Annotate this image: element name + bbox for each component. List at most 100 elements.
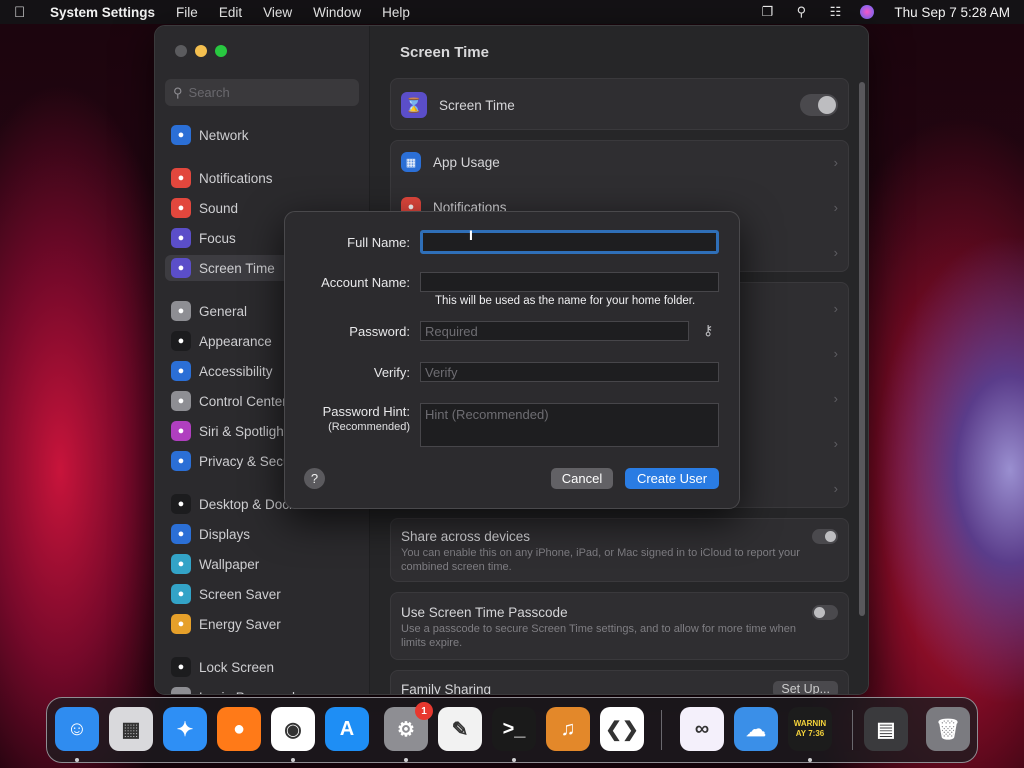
menu-help[interactable]: Help <box>382 5 410 20</box>
share-panel: Share across devices You can enable this… <box>390 518 849 582</box>
sidebar-item-notifications[interactable]: ● Notifications <box>165 165 359 191</box>
vscode-icon[interactable]: ❮❯ <box>600 707 644 751</box>
share-toggle[interactable] <box>812 529 838 544</box>
dock-separator <box>852 710 853 750</box>
sidebar-item-energy-saver[interactable]: ● Energy Saver <box>165 611 359 637</box>
sidebar-item-displays[interactable]: ● Displays <box>165 521 359 547</box>
terminal-icon[interactable]: >_ <box>492 707 536 751</box>
chevron-right-icon: › <box>833 154 838 170</box>
passcode-toggle[interactable] <box>812 605 838 620</box>
system-settings-icon[interactable]: ⚙ 1 <box>384 702 433 751</box>
sidebar-item-network[interactable]: ● Network <box>165 122 359 148</box>
new-user-sheet: Full Name: I Account Name: This will be … <box>284 211 740 509</box>
firefox-icon[interactable]: ● <box>217 707 261 751</box>
vscode-glyph: ❮❯ <box>605 718 639 741</box>
globe-icon: ● <box>171 125 191 145</box>
weather-glyph: ☁ <box>746 718 766 741</box>
sidebar-item-label: General <box>199 303 248 319</box>
sidebar-item-screen-saver[interactable]: ● Screen Saver <box>165 581 359 607</box>
account-name-field[interactable] <box>420 272 719 292</box>
screen-time-label: Screen Time <box>439 97 515 113</box>
console-icon[interactable]: WARNIN AY 7:36 <box>788 707 832 751</box>
sidebar-item-label: Notifications <box>199 170 273 186</box>
textedit-icon[interactable]: ✎ <box>438 707 482 751</box>
menu-bar-clock[interactable]: Thu Sep 7 5:28 AM <box>894 5 1010 20</box>
share-text: Share across devices You can enable this… <box>401 529 801 574</box>
passcode-title: Use Screen Time Passcode <box>401 605 568 620</box>
zoom-button[interactable] <box>215 45 227 57</box>
launchpad-glyph: ▦ <box>121 718 141 741</box>
safari-icon[interactable]: ✦ <box>163 707 207 751</box>
screen-time-toggle[interactable] <box>800 94 838 116</box>
trash-glyph: 🗑 <box>935 718 961 741</box>
stage-manager-icon[interactable]: ❐ <box>758 4 776 19</box>
speaker-icon: ● <box>171 198 191 218</box>
sidebar-item-label: Accessibility <box>199 363 273 379</box>
finder-icon[interactable]: ☺ <box>55 707 99 751</box>
family-setup-button[interactable]: Set Up... <box>773 681 838 694</box>
safari-glyph: ✦ <box>176 718 194 741</box>
garageband-icon[interactable]: ♫ <box>546 707 590 751</box>
sidebar-item-login-password[interactable]: ● Login Password <box>165 684 359 694</box>
search-field[interactable]: ⚲ <box>165 79 359 106</box>
sidebar-item-label: Desktop & Dock <box>199 496 296 512</box>
search-input[interactable] <box>188 85 339 100</box>
spotlight-search-icon[interactable]: ⚲ <box>792 4 810 19</box>
bell-icon: ● <box>171 168 191 188</box>
siri-icon: ● <box>171 421 191 441</box>
sidebar-item-label: Lock Screen <box>199 659 275 675</box>
launchpad-icon[interactable]: ▦ <box>109 707 153 751</box>
menu-file[interactable]: File <box>176 5 198 20</box>
close-button[interactable] <box>175 45 187 57</box>
sidebar-item-label: Sound <box>199 200 239 216</box>
share-title: Share across devices <box>401 529 531 544</box>
cancel-button[interactable]: Cancel <box>551 468 613 489</box>
scrollbar[interactable] <box>859 82 865 616</box>
verify-field[interactable] <box>420 362 719 382</box>
notification-badge: 1 <box>415 702 433 720</box>
firefox-glyph: ● <box>232 717 246 740</box>
family-row: Family Sharing Set Up... <box>391 679 848 694</box>
screen-time-row: ⌛ Screen Time <box>391 92 848 118</box>
chrome-icon[interactable]: ◉ <box>271 707 315 751</box>
menu-view[interactable]: View <box>263 5 292 20</box>
system-settings-glyph: ⚙ <box>397 718 415 741</box>
password-field[interactable] <box>420 321 689 341</box>
password-hint-field[interactable] <box>420 403 719 447</box>
control-center-icon[interactable]: ☷ <box>826 4 844 19</box>
window-controls <box>175 45 227 57</box>
chevron-right-icon: › <box>833 300 838 316</box>
menu-app-name[interactable]: System Settings <box>50 5 155 20</box>
key-icon[interactable]: ⚷ <box>703 322 713 339</box>
full-name-field[interactable] <box>420 230 719 254</box>
trash-icon[interactable]: 🗑 <box>926 707 970 751</box>
app-usage-icon: ▦ <box>401 152 421 172</box>
visual-studio-icon[interactable]: ∞ <box>680 707 724 751</box>
siri-icon[interactable] <box>860 5 875 19</box>
menu-window[interactable]: Window <box>313 5 361 20</box>
hourglass-icon: ⌛ <box>401 92 427 118</box>
sun-icon: ● <box>171 524 191 544</box>
minimize-button[interactable] <box>195 45 207 57</box>
chevron-right-icon: › <box>833 345 838 361</box>
downloads-stack-icon[interactable]: ▤ <box>864 707 908 751</box>
app-store-icon[interactable]: A <box>325 707 369 751</box>
apple-menu-icon[interactable]:  <box>14 4 36 21</box>
app-usage-row[interactable]: ▦ App Usage › <box>391 149 848 175</box>
share-subtitle: You can enable this on any iPhone, iPad,… <box>401 547 800 573</box>
battery-icon: ● <box>171 614 191 634</box>
sidebar-item-lock-screen[interactable]: ● Lock Screen <box>165 654 359 680</box>
verify-label: Verify: <box>373 365 410 380</box>
sidebar-item-wallpaper[interactable]: ● Wallpaper <box>165 551 359 577</box>
search-icon: ⚲ <box>173 84 183 100</box>
create-user-button[interactable]: Create User <box>625 468 719 489</box>
sidebar-item-label: Control Center <box>199 393 287 409</box>
weather-icon[interactable]: ☁ <box>734 707 778 751</box>
menu-edit[interactable]: Edit <box>219 5 242 20</box>
help-button[interactable]: ? <box>304 468 325 489</box>
family-panel: Family Sharing Set Up... <box>390 670 849 694</box>
passcode-text: Use Screen Time Passcode Use a passcode … <box>401 605 801 650</box>
full-name-label: Full Name: <box>347 235 410 250</box>
sidebar-item-label: Displays <box>199 526 251 542</box>
running-indicator <box>404 758 408 762</box>
